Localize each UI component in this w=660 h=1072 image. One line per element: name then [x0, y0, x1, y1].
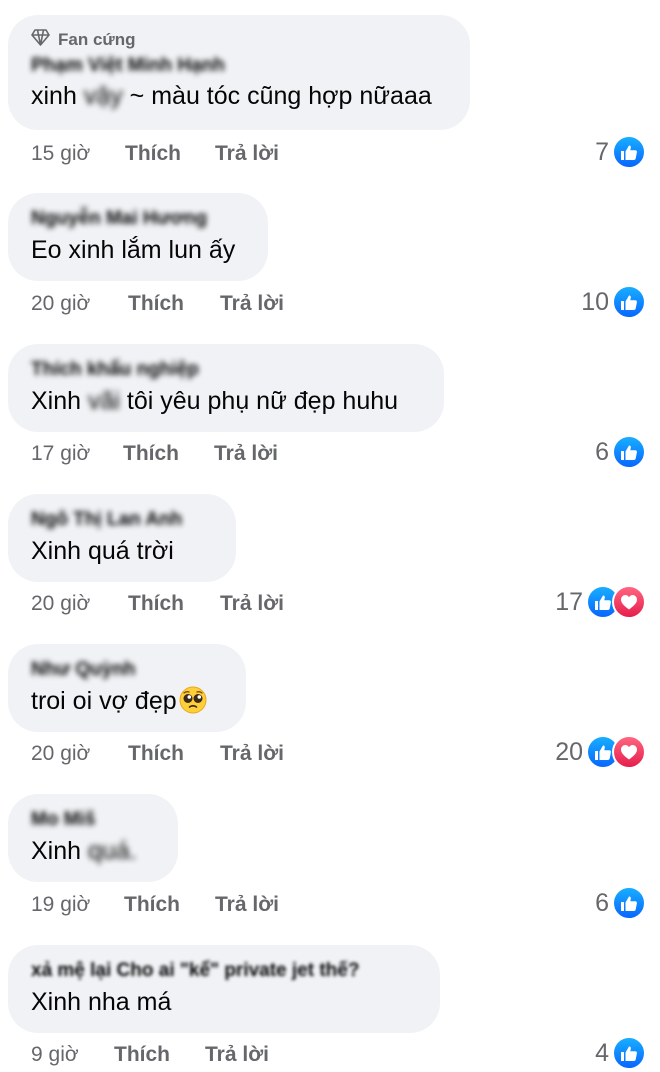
reaction-summary[interactable]: 4	[595, 1036, 646, 1070]
comment-actions: 9 giờ Thích Trả lời	[31, 1040, 269, 1070]
reaction-summary[interactable]: 10	[581, 285, 646, 319]
diamond-icon	[31, 29, 50, 51]
comment-actions: 15 giờ Thích Trả lời	[31, 139, 279, 169]
reaction-summary[interactable]: 17	[555, 585, 646, 619]
text-part: Xinh	[31, 837, 82, 865]
comment-actions: 20 giờ Thích Trả lời	[31, 289, 284, 319]
badge-label: Fan cứng	[58, 30, 136, 49]
timestamp[interactable]: 9 giờ	[31, 1043, 114, 1067]
text-part: Eo xinh lắm lun ấy	[31, 236, 236, 264]
text-part: xinh	[31, 82, 77, 110]
like-link[interactable]: Thích	[123, 442, 214, 466]
love-icon	[612, 735, 646, 769]
blurred-word: quá.	[88, 837, 137, 865]
comment-bubble[interactable]: Nguyễn Mai Hương Eo xinh lắm lun ấy	[8, 193, 268, 281]
blurred-word: vãi	[88, 387, 120, 415]
reply-link[interactable]: Trả lời	[215, 142, 279, 166]
comment-bubble[interactable]: xả mệ lại Cho ai "kể" private jet thế? X…	[8, 945, 440, 1033]
pleading-face-emoji	[179, 686, 207, 724]
text-part: ~ màu tóc cũng hợp nữaaa	[122, 82, 432, 110]
timestamp[interactable]: 20 giờ	[31, 292, 128, 316]
comment-text: Xinh quá.	[31, 833, 155, 869]
author-name[interactable]: Nguyễn Mai Hương	[31, 206, 245, 232]
comment-actions: 17 giờ Thích Trả lời	[31, 439, 278, 469]
like-icon	[612, 285, 646, 319]
reply-link[interactable]: Trả lời	[220, 592, 284, 616]
like-link[interactable]: Thích	[128, 742, 220, 766]
reaction-summary[interactable]: 6	[595, 435, 646, 469]
text-part: troi oi vợ đẹp	[31, 687, 177, 715]
text-part: Xinh nha má	[31, 988, 172, 1016]
timestamp[interactable]: 17 giờ	[31, 442, 123, 466]
like-icon	[612, 886, 646, 920]
timestamp[interactable]: 20 giờ	[31, 592, 128, 616]
reaction-count: 4	[595, 1038, 609, 1067]
reaction-summary[interactable]: 20	[555, 735, 646, 769]
author-name[interactable]: Phạm Việt Minh Hạnh	[31, 54, 447, 78]
reaction-summary[interactable]: 7	[595, 135, 646, 169]
like-link[interactable]: Thích	[124, 893, 215, 917]
comment-bubble[interactable]: Thích khẩu nghiệp Xinh vãi tôi yêu phụ n…	[8, 344, 444, 432]
comment-actions: 20 giờ Thích Trả lời	[31, 739, 284, 769]
love-icon	[612, 585, 646, 619]
comment-text: Eo xinh lắm lun ấy	[31, 232, 245, 268]
comment-actions: 19 giờ Thích Trả lời	[31, 890, 279, 920]
timestamp[interactable]: 15 giờ	[31, 142, 125, 166]
comment-bubble[interactable]: Fan cứng Phạm Việt Minh Hạnh xinh vậy ~ …	[8, 15, 470, 130]
comment-bubble[interactable]: Như Quỳnh troi oi vợ đẹp	[8, 644, 246, 732]
comment-text: Xinh nha má	[31, 984, 417, 1020]
like-icon	[612, 1036, 646, 1070]
like-link[interactable]: Thích	[128, 592, 220, 616]
reaction-count: 10	[581, 287, 609, 316]
comment-text: Xinh vãi tôi yêu phụ nữ đẹp huhu	[31, 383, 421, 419]
reaction-count: 6	[595, 888, 609, 917]
like-icon	[612, 135, 646, 169]
reaction-count: 6	[595, 437, 609, 466]
reply-link[interactable]: Trả lời	[220, 742, 284, 766]
comment-bubble[interactable]: Ngô Thị Lan Anh Xinh quá trời	[8, 494, 236, 582]
reply-link[interactable]: Trả lời	[215, 893, 279, 917]
like-icon	[612, 435, 646, 469]
fan-badge: Fan cứng	[31, 29, 447, 51]
like-link[interactable]: Thích	[114, 1043, 205, 1067]
reaction-count: 17	[555, 587, 583, 616]
comment-text: troi oi vợ đẹp	[31, 683, 223, 724]
text-part: Xinh quá trời	[31, 537, 174, 565]
timestamp[interactable]: 19 giờ	[31, 893, 124, 917]
comment-bubble[interactable]: Mo Miš Xinh quá.	[8, 794, 178, 882]
author-name[interactable]: xả mệ lại Cho ai "kể" private jet thế?	[31, 958, 417, 984]
blurred-word: vậy	[83, 82, 123, 110]
reply-link[interactable]: Trả lời	[214, 442, 278, 466]
like-link[interactable]: Thích	[128, 292, 220, 316]
author-name[interactable]: Thích khẩu nghiệp	[31, 357, 421, 383]
reply-link[interactable]: Trả lời	[205, 1043, 269, 1067]
reaction-count: 20	[555, 737, 583, 766]
reaction-summary[interactable]: 6	[595, 886, 646, 920]
reply-link[interactable]: Trả lời	[220, 292, 284, 316]
author-name[interactable]: Như Quỳnh	[31, 657, 223, 683]
comment-text: Xinh quá trời	[31, 533, 213, 569]
reaction-count: 7	[595, 137, 609, 166]
like-link[interactable]: Thích	[125, 142, 215, 166]
text-part: tôi yêu phụ nữ đẹp huhu	[119, 387, 399, 415]
comment-actions: 20 giờ Thích Trả lời	[31, 589, 284, 619]
timestamp[interactable]: 20 giờ	[31, 742, 128, 766]
comment-text: xinh vậy ~ màu tóc cũng hợp nữaaa	[31, 78, 447, 114]
author-name[interactable]: Mo Miš	[31, 807, 155, 833]
text-part: Xinh	[31, 387, 82, 415]
author-name[interactable]: Ngô Thị Lan Anh	[31, 507, 213, 533]
